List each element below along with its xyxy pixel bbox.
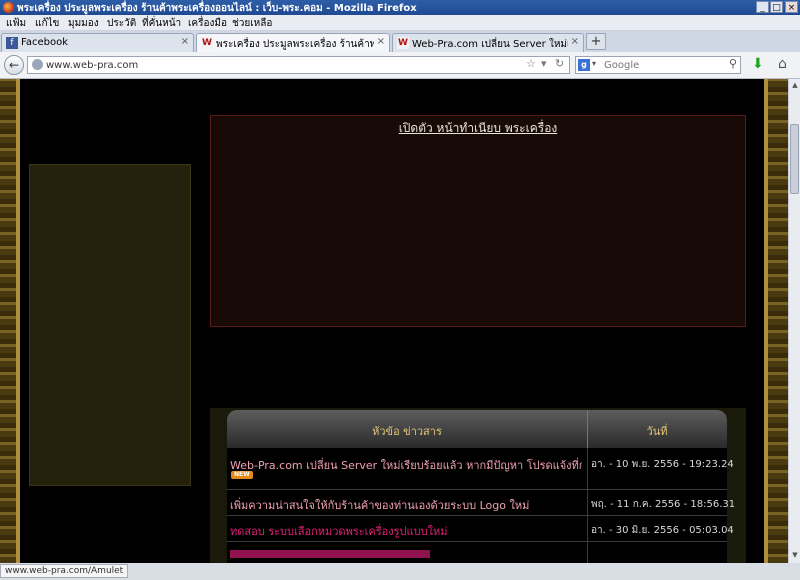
maximize-button[interactable]: □ xyxy=(770,1,783,13)
tab-web-pra-home[interactable]: W พระเครื่อง ประมูลพระเครื่อง ร้านค้าพระ… xyxy=(196,33,390,53)
tab-strip: f Facebook × W พระเครื่อง ประมูลพระเครื่… xyxy=(0,31,800,53)
url-bar[interactable]: ☆ ▾ ↻ xyxy=(27,56,570,74)
tab-web-pra-server[interactable]: W Web-Pra.com เปลี่ยน Server ใหม่เรียบร้… xyxy=(392,33,584,52)
close-tab-icon[interactable]: × xyxy=(377,36,385,47)
row-divider xyxy=(587,542,588,563)
row-divider xyxy=(587,516,588,541)
news-date: อา. - 30 มิ.ย. 2556 - 05:03.04 xyxy=(591,525,734,536)
url-input[interactable] xyxy=(46,58,526,72)
bookmark-star-icon[interactable]: ☆ xyxy=(526,57,536,70)
status-url: www.web-pra.com/Amulet xyxy=(0,564,129,578)
menu-edit[interactable]: แก้ไข xyxy=(35,16,59,31)
table-row-partial xyxy=(227,542,727,563)
new-tab-button[interactable]: + xyxy=(586,33,606,50)
cut-off-news-title xyxy=(230,550,430,558)
status-bar: www.web-pra.com/Amulet xyxy=(0,563,800,580)
menu-view[interactable]: มุมมอง xyxy=(68,16,99,31)
reload-icon[interactable]: ↻ xyxy=(555,57,564,70)
menu-bookmarks[interactable]: ที่คั่นหน้า xyxy=(142,16,181,31)
table-row[interactable]: ทดสอบ ระบบเลือกหมวดพระเครื่องรูปแบบใหม่ … xyxy=(227,516,734,542)
news-date: อา. - 10 พ.ย. 2556 - 19:23.24 xyxy=(591,459,734,470)
close-tab-icon[interactable]: × xyxy=(571,36,579,47)
vertical-scrollbar[interactable]: ▲ ▼ xyxy=(788,79,800,563)
scroll-up-arrow[interactable]: ▲ xyxy=(790,80,800,91)
close-window-button[interactable]: × xyxy=(785,1,798,13)
tab-label: Facebook xyxy=(21,37,68,48)
facebook-icon: f xyxy=(6,37,18,49)
menu-file[interactable]: แฟ้ม xyxy=(6,16,26,31)
news-table-header: หัวข้อ ข่าวสาร วันที่ xyxy=(227,410,727,448)
menu-tools[interactable]: เครื่องมือ xyxy=(188,16,227,31)
back-button[interactable]: ← xyxy=(4,55,24,75)
scroll-down-arrow[interactable]: ▼ xyxy=(790,550,800,561)
news-title[interactable]: เพิ่มความน่าสนใจให้กับร้านค้าของท่านเองด… xyxy=(230,496,582,514)
tab-facebook[interactable]: f Facebook × xyxy=(1,33,194,52)
web-pra-icon: W xyxy=(201,37,213,49)
web-pra-icon: W xyxy=(397,37,409,49)
firefox-icon xyxy=(3,2,14,13)
news-date: พฤ. - 11 ก.ค. 2556 - 18:56.31 xyxy=(591,499,736,510)
browser-window: พระเครื่อง ประมูลพระเครื่อง ร้านค้าพระเค… xyxy=(0,0,800,580)
navigation-bar: ← ☆ ▾ ↻ g ▾ ⚲ xyxy=(0,52,800,79)
table-row[interactable]: เพิ่มความน่าสนใจให้กับร้านค้าของท่านเองด… xyxy=(227,490,735,516)
title-bar: พระเครื่อง ประมูลพระเครื่อง ร้านค้าพระเค… xyxy=(0,0,800,15)
news-title[interactable]: Web-Pra.com เปลี่ยน Server ใหม่เรียบร้อย… xyxy=(230,456,582,474)
download-icon[interactable]: ⬇ xyxy=(752,56,764,72)
menu-bar: แฟ้ม แก้ไข มุมมอง ประวัติ ที่คั่นหน้า เค… xyxy=(0,15,800,31)
scrollbar-thumb[interactable] xyxy=(790,124,799,194)
site-identity-icon[interactable] xyxy=(32,59,43,70)
history-dropdown-icon[interactable]: ▾ xyxy=(541,57,547,70)
search-input[interactable] xyxy=(604,58,714,72)
gold-frame-left xyxy=(0,79,20,563)
menu-help[interactable]: ช่วยเหลือ xyxy=(232,16,272,31)
greeting-link[interactable]: เปิดตัว หน้าทำเนียบ พระเครื่อง xyxy=(211,119,745,138)
minimize-button[interactable]: _ xyxy=(756,1,769,13)
news-title[interactable]: ทดสอบ ระบบเลือกหมวดพระเครื่องรูปแบบใหม่ xyxy=(230,522,582,540)
search-icon[interactable]: ⚲ xyxy=(729,57,737,70)
menu-history[interactable]: ประวัติ xyxy=(107,16,136,31)
news-title-header: หัวข้อ ข่าวสาร xyxy=(372,425,442,438)
featured-box: เปิดตัว หน้าทำเนียบ พระเครื่อง xyxy=(210,115,746,327)
search-bar[interactable]: g ▾ ⚲ xyxy=(575,56,741,74)
gold-frame-right xyxy=(764,79,788,563)
tab-label: พระเครื่อง ประมูลพระเครื่อง ร้านค้าพระเค… xyxy=(216,39,374,50)
search-engine-dropdown-icon[interactable]: ▾ xyxy=(592,59,596,68)
window-title: พระเครื่อง ประมูลพระเครื่อง ร้านค้าพระเค… xyxy=(17,3,417,14)
left-side-panel xyxy=(29,164,191,486)
google-icon[interactable]: g xyxy=(578,59,590,71)
tab-label: Web-Pra.com เปลี่ยน Server ใหม่เรียบร้อย… xyxy=(412,39,568,50)
row-divider xyxy=(587,448,588,489)
table-row[interactable]: Web-Pra.com เปลี่ยน Server ใหม่เรียบร้อย… xyxy=(227,448,734,490)
news-date-header: วันที่ xyxy=(646,425,668,438)
row-divider xyxy=(587,490,588,515)
home-icon[interactable]: ⌂ xyxy=(778,56,787,72)
close-tab-icon[interactable]: × xyxy=(181,36,189,47)
new-badge: NEW xyxy=(231,471,253,479)
